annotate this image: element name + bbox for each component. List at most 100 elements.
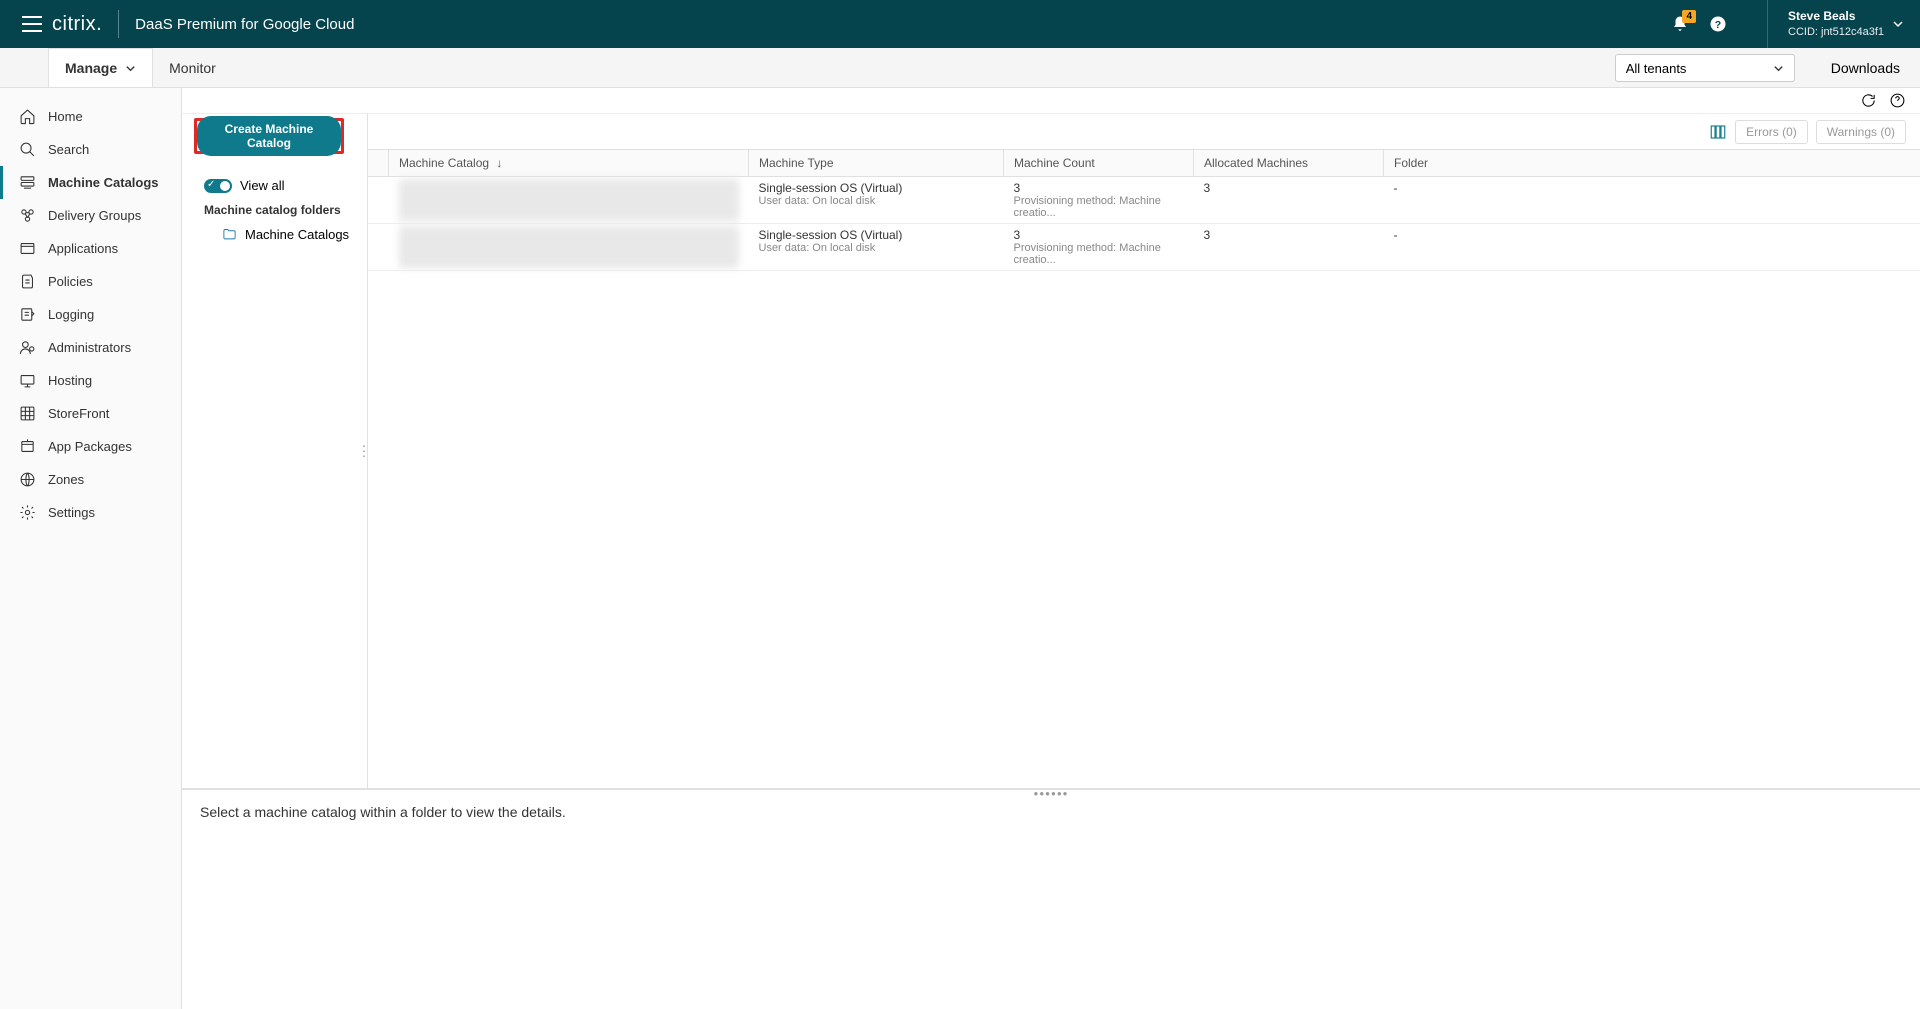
cell-catalog-name-redacted bbox=[389, 224, 749, 271]
tab-monitor[interactable]: Monitor bbox=[153, 48, 232, 87]
sidebar-item-home[interactable]: Home bbox=[0, 100, 181, 133]
sidebar-item-label: Zones bbox=[48, 472, 84, 487]
catalogs-icon bbox=[18, 174, 36, 191]
home-icon bbox=[18, 108, 36, 125]
policies-icon bbox=[18, 273, 36, 290]
sidebar-item-hosting[interactable]: Hosting bbox=[0, 364, 181, 397]
tab-monitor-label: Monitor bbox=[169, 60, 216, 76]
view-all-toggle[interactable]: ✓ bbox=[204, 179, 232, 193]
sidebar-item-zones[interactable]: Zones bbox=[0, 463, 181, 496]
logo-section: citrix. DaaS Premium for Google Cloud bbox=[52, 10, 354, 38]
sidebar-item-label: Machine Catalogs bbox=[48, 175, 159, 190]
help-icon[interactable] bbox=[1889, 92, 1906, 109]
sidebar-item-search[interactable]: Search bbox=[0, 133, 181, 166]
cell-machine-type: Single-session OS (Virtual) User data: O… bbox=[749, 224, 1004, 271]
folder-panel: Create Machine Catalog ✓ View all Machin… bbox=[182, 114, 368, 788]
sidebar-item-label: Settings bbox=[48, 505, 95, 520]
delivery-groups-icon bbox=[18, 207, 36, 224]
cell-allocated: 3 bbox=[1194, 224, 1384, 271]
errors-filter-button[interactable]: Errors (0) bbox=[1735, 120, 1808, 144]
columns-config-icon[interactable] bbox=[1709, 123, 1727, 141]
sidebar-item-label: Applications bbox=[48, 241, 118, 256]
sidebar-item-label: Delivery Groups bbox=[48, 208, 141, 223]
sidebar-item-settings[interactable]: Settings bbox=[0, 496, 181, 529]
column-spacer bbox=[368, 150, 389, 177]
folder-tree-item[interactable]: Machine Catalogs bbox=[190, 223, 359, 246]
help-icon[interactable]: ? bbox=[1709, 15, 1727, 33]
cell-catalog-name-redacted bbox=[389, 177, 749, 224]
column-header-allocated-machines[interactable]: Allocated Machines bbox=[1194, 150, 1384, 177]
refresh-icon[interactable] bbox=[1860, 92, 1877, 109]
sidebar-item-label: Administrators bbox=[48, 340, 131, 355]
logging-icon bbox=[18, 306, 36, 323]
tenant-dropdown[interactable]: All tenants bbox=[1615, 54, 1795, 82]
search-icon bbox=[18, 141, 36, 158]
table-area: Errors (0) Warnings (0) Machine Catalog … bbox=[368, 114, 1920, 788]
sidebar-item-app-packages[interactable]: App Packages bbox=[0, 430, 181, 463]
detail-empty-text: Select a machine catalog within a folder… bbox=[200, 804, 566, 820]
cell-machine-count: 3 Provisioning method: Machine creatio..… bbox=[1004, 177, 1194, 224]
chevron-down-icon bbox=[125, 63, 136, 74]
storefront-icon bbox=[18, 405, 36, 422]
table-row[interactable]: Single-session OS (Virtual) User data: O… bbox=[368, 177, 1920, 224]
sidebar-item-label: StoreFront bbox=[48, 406, 109, 421]
sidebar-item-label: Hosting bbox=[48, 373, 92, 388]
view-all-label: View all bbox=[240, 178, 285, 193]
tab-manage[interactable]: Manage bbox=[48, 48, 153, 87]
zones-icon bbox=[18, 471, 36, 488]
sidebar-item-label: Logging bbox=[48, 307, 94, 322]
gear-icon bbox=[18, 504, 36, 521]
create-machine-catalog-button[interactable]: Create Machine Catalog bbox=[197, 116, 341, 156]
sidebar-item-label: Search bbox=[48, 142, 89, 157]
logo-divider bbox=[118, 10, 119, 38]
sub-nav: Manage Monitor All tenants Downloads bbox=[0, 48, 1920, 88]
user-ccid: CCID: jnt512c4a3f1 bbox=[1788, 25, 1884, 39]
chevron-down-icon bbox=[1773, 63, 1784, 74]
detail-panel: ●●●●●● Select a machine catalog within a… bbox=[182, 789, 1920, 1009]
column-label: Allocated Machines bbox=[1204, 156, 1308, 170]
notifications-bell-icon[interactable]: 4 bbox=[1671, 15, 1689, 33]
sidebar-item-policies[interactable]: Policies bbox=[0, 265, 181, 298]
applications-icon bbox=[18, 240, 36, 257]
content: Create Machine Catalog ✓ View all Machin… bbox=[182, 88, 1920, 1009]
downloads-label: Downloads bbox=[1831, 60, 1900, 76]
sidebar-item-logging[interactable]: Logging bbox=[0, 298, 181, 331]
folder-icon bbox=[222, 227, 237, 242]
warnings-filter-button[interactable]: Warnings (0) bbox=[1816, 120, 1906, 144]
app-packages-icon bbox=[18, 438, 36, 455]
sidebar-item-administrators[interactable]: Administrators bbox=[0, 331, 181, 364]
sidebar-item-delivery-groups[interactable]: Delivery Groups bbox=[0, 199, 181, 232]
folder-item-label: Machine Catalogs bbox=[245, 227, 349, 242]
citrix-logo: citrix. bbox=[52, 13, 102, 36]
view-all-toggle-row: ✓ View all bbox=[204, 178, 351, 193]
hamburger-menu-icon[interactable] bbox=[16, 16, 48, 32]
column-header-folder[interactable]: Folder bbox=[1384, 150, 1920, 177]
sidebar-item-label: Policies bbox=[48, 274, 93, 289]
notification-badge: 4 bbox=[1682, 10, 1696, 23]
sidebar-item-applications[interactable]: Applications bbox=[0, 232, 181, 265]
column-label: Folder bbox=[1394, 156, 1428, 170]
folders-header: Machine catalog folders bbox=[204, 203, 351, 217]
sidebar-item-storefront[interactable]: StoreFront bbox=[0, 397, 181, 430]
user-menu[interactable]: Steve Beals CCID: jnt512c4a3f1 bbox=[1767, 0, 1904, 48]
sort-down-icon: ↓ bbox=[496, 156, 502, 170]
cell-machine-count: 3 Provisioning method: Machine creatio..… bbox=[1004, 224, 1194, 271]
sidebar-item-label: Home bbox=[48, 109, 83, 124]
cell-machine-type: Single-session OS (Virtual) User data: O… bbox=[749, 177, 1004, 224]
sidebar-item-machine-catalogs[interactable]: Machine Catalogs bbox=[0, 166, 181, 199]
column-label: Machine Count bbox=[1014, 156, 1095, 170]
sidebar: Home Search Machine Catalogs Delivery Gr… bbox=[0, 88, 182, 1009]
column-header-machine-catalog[interactable]: Machine Catalog ↓ bbox=[389, 150, 749, 177]
tab-manage-label: Manage bbox=[65, 60, 117, 76]
column-header-machine-count[interactable]: Machine Count bbox=[1004, 150, 1194, 177]
administrators-icon bbox=[18, 339, 36, 356]
tenant-selected-label: All tenants bbox=[1626, 61, 1687, 76]
highlight-annotation: Create Machine Catalog bbox=[194, 118, 344, 154]
column-header-machine-type[interactable]: Machine Type bbox=[749, 150, 1004, 177]
table-row[interactable]: Single-session OS (Virtual) User data: O… bbox=[368, 224, 1920, 271]
panel-resize-handle[interactable]: ●●●●●● bbox=[1034, 789, 1069, 798]
cell-folder: - bbox=[1384, 177, 1920, 224]
downloads-link[interactable]: Downloads bbox=[1811, 48, 1920, 87]
product-name: DaaS Premium for Google Cloud bbox=[135, 16, 354, 33]
chevron-down-icon bbox=[1892, 18, 1904, 30]
